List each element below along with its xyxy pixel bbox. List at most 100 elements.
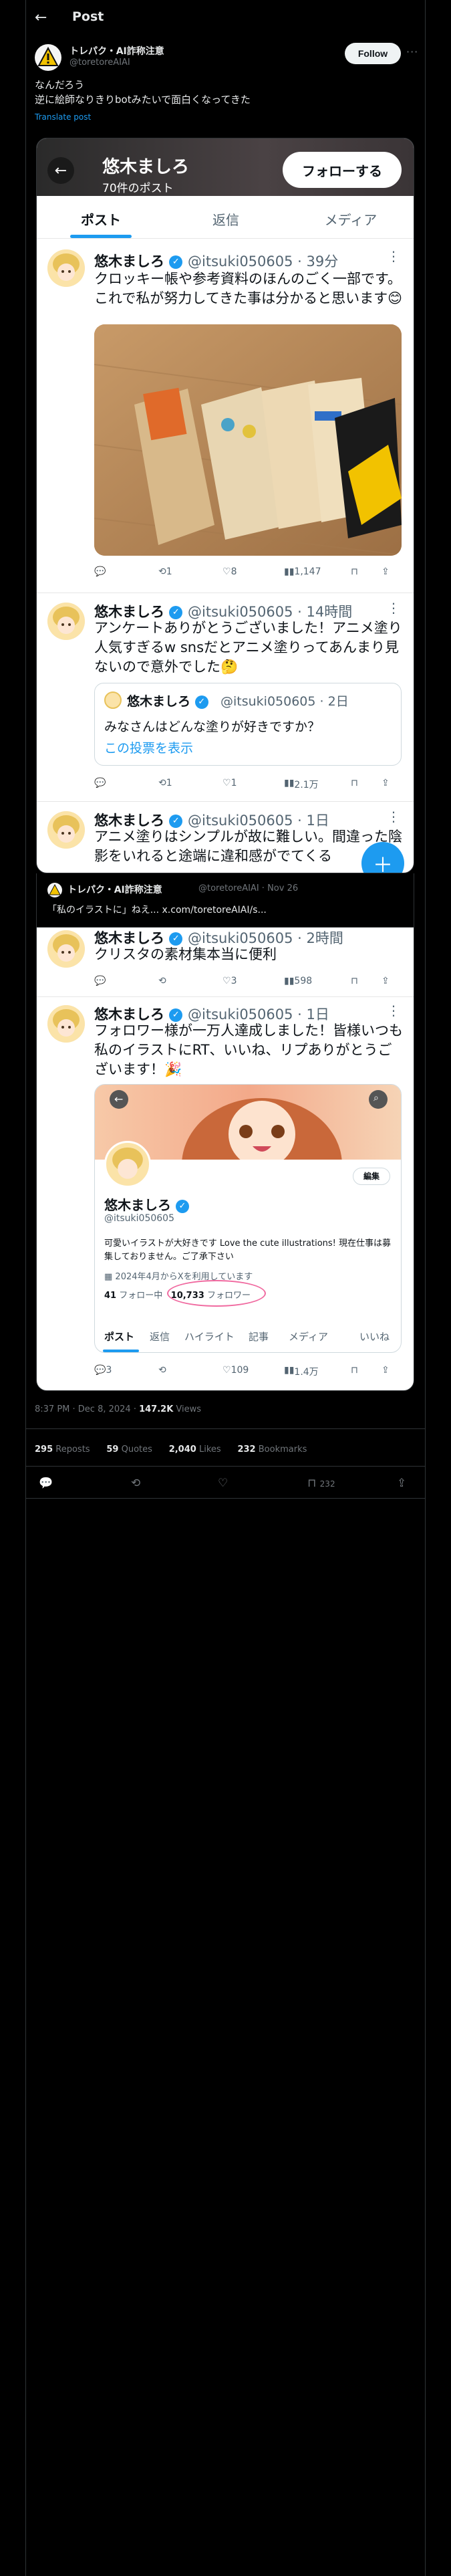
tweet-author-name: 悠木ましろ: [94, 604, 164, 620]
bookmark-icon: ⊓: [351, 778, 358, 788]
engagement-stats: 295 Reposts 59 Quotes 2,040 Likes 232 Bo…: [35, 1444, 307, 1455]
likes-stat[interactable]: 2,040 Likes: [169, 1444, 221, 1455]
reply-icon: 💬: [94, 566, 106, 577]
views-icon: ▮▮ 2.1万: [284, 778, 319, 790]
divider: [25, 1428, 425, 1429]
quote-bar[interactable]: トレパク・AI詐称注意 @toretoreAIAI · Nov 26 「私のイラ…: [36, 873, 414, 927]
follow-button[interactable]: Follow: [345, 43, 401, 64]
author-name[interactable]: トレパク・AI詐称注意: [69, 44, 164, 58]
bookmark-icon: ⊓: [351, 1365, 358, 1376]
views-count: 1,147: [294, 566, 321, 577]
tab-underline: [103, 1350, 139, 1352]
retweet-icon: ⟲: [158, 976, 166, 986]
share-icon: ⇪: [382, 1365, 390, 1376]
quotes-stat[interactable]: 59 Quotes: [106, 1444, 152, 1455]
card-tab-likes: いいね: [359, 1331, 390, 1343]
more-options-icon: ⋮: [387, 248, 400, 264]
bookmarks-label: Bookmarks: [258, 1444, 307, 1455]
list-item: 悠木ましろ ✓ @itsuki050605 · 1日 ⋮ フォロワー様が一万人達…: [37, 997, 414, 1390]
tweet-author: 悠木ましろ ✓: [94, 251, 183, 271]
like-icon: ♡ 3: [222, 976, 237, 986]
retweet-icon: ⟲ 1: [158, 778, 172, 788]
retweet-icon: ⟲: [158, 1365, 166, 1376]
more-options-icon: ⋮: [387, 809, 400, 825]
card-tabs: ポスト 返信 ハイライト 記事 メディア いいね: [95, 1323, 401, 1352]
author-handle[interactable]: @toretoreAIAI: [69, 58, 130, 68]
poll-link: この投票を表示: [104, 741, 194, 756]
tweet-author-name: 悠木ましろ: [94, 1006, 164, 1023]
card-tab-media: メディア: [289, 1331, 328, 1343]
top-bar: ← Post: [0, 0, 451, 36]
views-label: Views: [173, 1404, 202, 1414]
divider: [25, 1498, 425, 1499]
retweet-icon[interactable]: ⟲: [131, 1477, 140, 1490]
verified-icon: ✓: [169, 1008, 183, 1022]
following-count: 41: [104, 1291, 117, 1301]
tweet-actions: 💬 3 ⟲ ♡ 109 ▮▮ 1.4万 ⊓ ⇪: [94, 1365, 402, 1381]
quoted-image[interactable]: 悠木ましろ ✓ @itsuki050605 · 2時間 クリスタの素材集本当に便…: [36, 927, 414, 1391]
tweet-body: アンケートありがとうございました！アニメ塗り人気すぎるw snsだとアニメ塗りっ…: [94, 620, 402, 675]
left-border: [25, 0, 26, 2576]
following-label: フォロー中: [119, 1291, 163, 1301]
verified-icon: ✓: [175, 1199, 189, 1213]
list-item: 悠木ましろ ✓ @itsuki050605 · 1日 ⋮ アニメ塗りはシンプルが…: [37, 802, 414, 873]
share-icon: ⇪: [382, 976, 390, 986]
tweet-handle: @itsuki050605 · 39分: [188, 253, 339, 270]
quoted-tweet: 悠木ましろ ✓ @itsuki050605 · 2日 みなさんはどんな塗りが好き…: [94, 683, 402, 766]
reply-icon[interactable]: 💬: [39, 1477, 53, 1490]
avatar: [47, 249, 85, 287]
card-tab-replies: 返信: [150, 1331, 170, 1343]
verified-icon: ✓: [169, 815, 183, 828]
share-icon: ⇪: [382, 778, 390, 788]
reposts-stat[interactable]: 295 Reposts: [35, 1444, 90, 1455]
post-count: 70件のポスト: [102, 182, 174, 195]
views-count: 147.2K: [139, 1404, 174, 1414]
avatar: [47, 930, 85, 968]
views-icon: ▮▮ 1,147: [284, 566, 321, 577]
quote-author-handle: @toretoreAIAI · Nov 26: [198, 883, 299, 893]
more-options-icon: ⋮: [387, 600, 400, 616]
tweet-actions: 💬 ⟲ ♡ 3 ▮▮ 598 ⊓ ⇪: [94, 976, 402, 992]
bookmark-icon: ⊓: [351, 976, 358, 986]
quoted-text: みなさんはどんな塗りが好きですか？: [104, 720, 321, 734]
quoted-author: 悠木ましろ ✓: [127, 691, 208, 710]
more-options-icon: ⋮: [387, 1002, 400, 1018]
profile-header: ← 悠木ましろ 70件のポスト フォローする: [37, 138, 414, 196]
like-icon[interactable]: ♡: [218, 1477, 228, 1490]
tab-replies: 返信: [212, 212, 239, 228]
tweet-body: フォロワー様が一万人達成しました！皆様いつも私のイラストにRT、いいね、リプあり…: [94, 1023, 403, 1077]
verified-icon: ✓: [169, 932, 183, 946]
card-profile-name: 悠木ましろ ✓: [104, 1194, 189, 1214]
search-icon: ⌕: [373, 1093, 379, 1103]
retweet-count: 1: [166, 778, 172, 788]
bookmark-icon[interactable]: ⊓ 232: [307, 1477, 335, 1490]
list-item: 悠木ましろ ✓ @itsuki050605 · 39分 ⋮ クロッキー帳や参考資…: [37, 239, 414, 593]
translate-link[interactable]: Translate post: [35, 112, 91, 122]
avatar: [104, 1141, 151, 1188]
edit-profile-button: 編集: [353, 1168, 390, 1185]
tweet-actions: 💬 ⟲ 1 ♡ 8 ▮▮ 1,147 ⊓ ⇪: [94, 566, 402, 582]
avatar[interactable]: [35, 44, 61, 71]
avatar: [104, 691, 122, 709]
bookmarks-stat[interactable]: 232 Bookmarks: [237, 1444, 307, 1455]
profile-name: 悠木ましろ: [102, 157, 190, 177]
like-count: 109: [231, 1365, 249, 1376]
avatar: [47, 883, 62, 897]
reply-icon: 💬 3: [94, 1365, 112, 1376]
attached-image[interactable]: ← 悠木ましろ 70件のポスト フォローする ポスト 返信 メディア 悠木ましろ…: [36, 138, 414, 873]
back-arrow-icon[interactable]: ←: [35, 9, 47, 26]
views-count: 1.4万: [294, 1367, 319, 1378]
list-item: 悠木ましろ ✓ @itsuki050605 · 2時間 クリスタの素材集本当に便…: [37, 928, 414, 997]
more-options-icon[interactable]: ···: [406, 45, 418, 58]
views-count: 598: [294, 976, 313, 986]
list-item: 悠木ましろ ✓ @itsuki050605 · 14時間 ⋮ アンケートありがと…: [37, 593, 414, 802]
post-time[interactable]: 8:37 PM · Dec 8, 2024 ·: [35, 1404, 139, 1414]
reposts-label: Reposts: [55, 1444, 90, 1455]
profile-follow-button: フォローする: [283, 152, 402, 188]
like-count: 1: [231, 778, 237, 788]
tweet-text: なんだろう 逆に絵師なりきりbotみたいで面白くなってきた: [35, 78, 409, 107]
reply-count: 3: [106, 1365, 112, 1376]
retweet-count: 1: [166, 566, 172, 577]
share-icon[interactable]: ⇪: [397, 1477, 406, 1490]
quoted-handle: @itsuki050605 · 2日: [220, 694, 349, 709]
